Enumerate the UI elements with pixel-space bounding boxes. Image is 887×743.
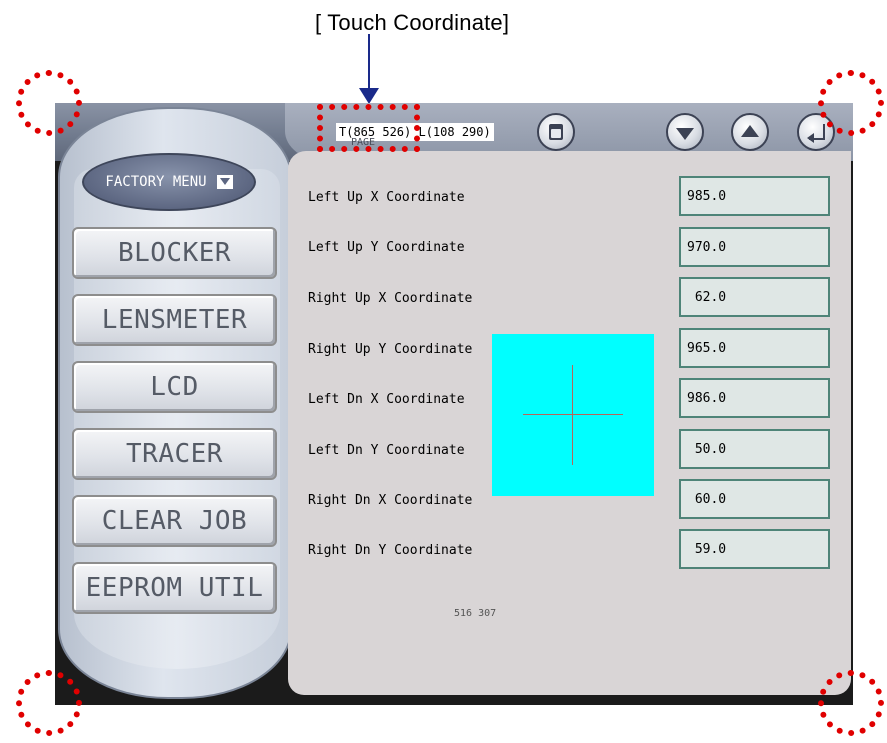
corner-right-up-marker	[818, 70, 884, 136]
page-up-button[interactable]	[731, 113, 769, 151]
save-button[interactable]	[537, 113, 575, 151]
sidebar-item-label: CLEAR JOB	[101, 506, 248, 536]
value-left-up-y[interactable]: 970.0	[679, 227, 830, 267]
return-icon	[807, 124, 825, 140]
value-text: 985.0	[687, 188, 727, 204]
sidebar-item-blocker[interactable]: BLOCKER	[72, 227, 277, 279]
corner-left-dn-marker	[16, 670, 82, 736]
value-text: 62.0	[687, 289, 727, 305]
crosshair-horizontal	[523, 414, 623, 415]
row-label-right-up-x: Right Up X Coordinate	[308, 291, 473, 306]
sidebar: FACTORY MENU BLOCKER LENSMETER LCD TRACE…	[58, 107, 292, 699]
row-label-left-up-y: Left Up Y Coordinate	[308, 240, 465, 255]
value-right-dn-y[interactable]: 59.0	[679, 529, 830, 569]
dropdown-icon	[216, 175, 233, 189]
row-label-right-dn-y: Right Dn Y Coordinate	[308, 543, 473, 558]
annotation-arrow-icon	[359, 88, 379, 104]
row-label-right-dn-x: Right Dn X Coordinate	[308, 493, 473, 508]
arrow-up-icon	[741, 124, 759, 137]
factory-menu-button[interactable]: FACTORY MENU	[82, 153, 256, 211]
value-left-dn-y[interactable]: 50.0	[679, 429, 830, 469]
value-text: 970.0	[687, 239, 727, 255]
save-icon	[549, 124, 563, 140]
value-left-up-x[interactable]: 985.0	[679, 176, 830, 216]
value-right-up-y[interactable]: 965.0	[679, 328, 830, 368]
sidebar-item-label: BLOCKER	[117, 238, 232, 268]
sidebar-item-eeprom-util[interactable]: EEPROM UTIL	[72, 562, 277, 614]
sidebar-item-lensmeter[interactable]: LENSMETER	[72, 294, 277, 346]
sidebar-item-clear-job[interactable]: CLEAR JOB	[72, 495, 277, 547]
sidebar-item-label: LCD	[150, 372, 199, 402]
sidebar-item-label: EEPROM UTIL	[85, 573, 264, 603]
calibration-panel: Left Up X Coordinate Left Up Y Coordinat…	[288, 151, 851, 695]
sidebar-item-label: TRACER	[126, 439, 223, 469]
value-right-dn-x[interactable]: 60.0	[679, 479, 830, 519]
touch-calibration-target[interactable]	[492, 334, 654, 496]
value-text: 965.0	[687, 340, 727, 356]
factory-menu-label: FACTORY MENU	[105, 174, 207, 190]
corner-left-up-marker	[16, 70, 82, 136]
row-label-left-dn-x: Left Dn X Coordinate	[308, 392, 465, 407]
touch-coordinate-highlight	[317, 104, 420, 152]
crosshair-vertical	[572, 365, 573, 465]
annotation-title: [ Touch Coordinate]	[315, 10, 510, 35]
touch-position-readout: 516 307	[454, 608, 497, 619]
arrow-down-icon	[676, 127, 694, 140]
sidebar-item-label: LENSMETER	[101, 305, 248, 335]
row-label-right-up-y: Right Up Y Coordinate	[308, 342, 473, 357]
lens-readout: L(108 290)	[418, 125, 491, 139]
row-label-left-up-x: Left Up X Coordinate	[308, 190, 465, 205]
value-right-up-x[interactable]: 62.0	[679, 277, 830, 317]
sidebar-item-tracer[interactable]: TRACER	[72, 428, 277, 480]
value-text: 50.0	[687, 441, 727, 457]
value-text: 986.0	[687, 390, 727, 406]
corner-right-dn-marker	[818, 670, 884, 736]
annotation-pointer-line	[368, 34, 370, 92]
value-text: 59.0	[687, 541, 727, 557]
value-left-dn-x[interactable]: 986.0	[679, 378, 830, 418]
sidebar-item-lcd[interactable]: LCD	[72, 361, 277, 413]
row-label-left-dn-y: Left Dn Y Coordinate	[308, 443, 465, 458]
page-down-button[interactable]	[666, 113, 704, 151]
device-screen: T(865 526) L(108 290) PAGE FACTORY MENU …	[55, 103, 853, 705]
value-text: 60.0	[687, 491, 727, 507]
